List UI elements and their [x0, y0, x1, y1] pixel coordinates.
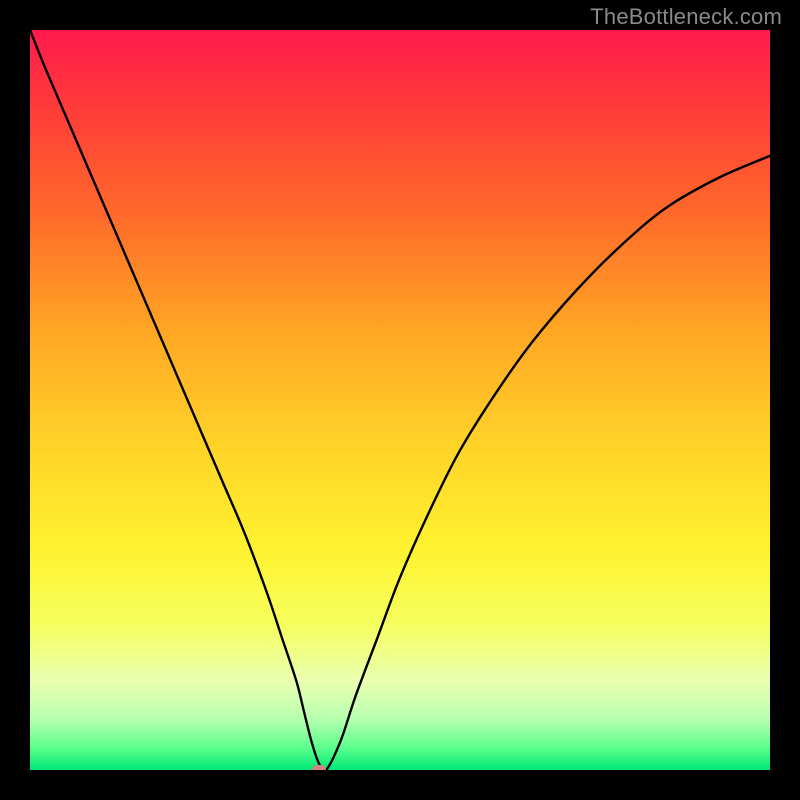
watermark-text: TheBottleneck.com [590, 4, 782, 30]
outer-frame: TheBottleneck.com [0, 0, 800, 800]
optimum-marker [312, 765, 326, 770]
bottleneck-curve [30, 30, 770, 770]
plot-area [30, 30, 770, 770]
